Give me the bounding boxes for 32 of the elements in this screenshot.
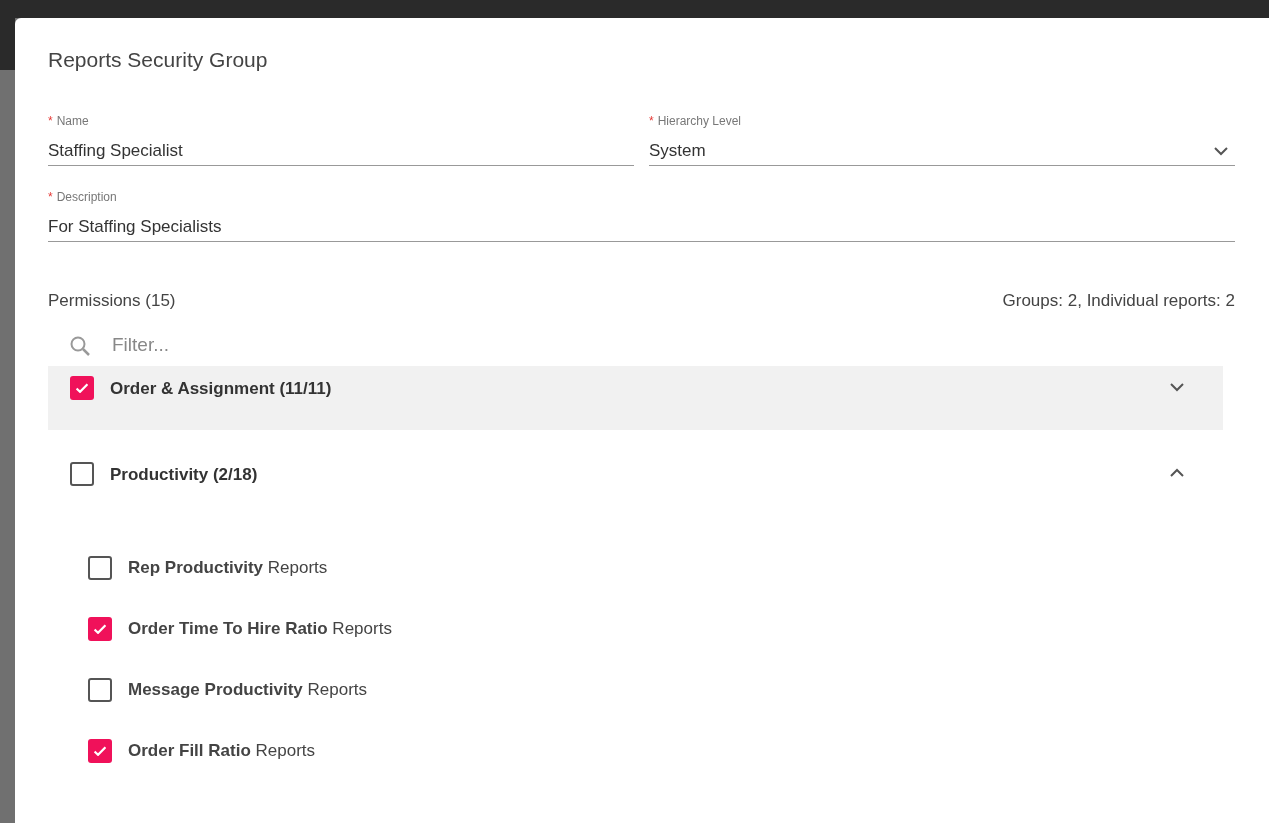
field-label: Name: [56, 113, 89, 130]
group-label: Order & Assignment (11/11): [110, 377, 333, 400]
checkbox[interactable]: [88, 555, 112, 580]
field-label: Hierarchy Level: [657, 113, 742, 130]
report-label: Message Productivity Reports: [128, 678, 368, 701]
checkbox[interactable]: [88, 738, 112, 763]
checkmark-icon: [76, 382, 88, 393]
permissions-label: Permissions (15): [48, 290, 176, 312]
chevron-up-icon[interactable]: [1169, 467, 1185, 478]
input-field[interactable]: For Staffing Specialists: [48, 206, 1235, 242]
checkbox[interactable]: [70, 461, 94, 486]
permission-group-row[interactable]: Order & Assignment (11/11): [48, 365, 1223, 430]
required-marker: *: [48, 113, 53, 130]
filter-input[interactable]: Filter...: [112, 331, 1235, 360]
select-field[interactable]: System: [649, 130, 1235, 166]
checkmark-icon: [94, 745, 106, 756]
input-field[interactable]: Staffing Specialist: [48, 130, 634, 166]
checkbox[interactable]: [70, 375, 94, 400]
group-label: Productivity (2/18): [110, 463, 259, 486]
chevron-down-icon[interactable]: [1169, 381, 1185, 392]
report-label: Rep Productivity Reports: [128, 556, 328, 579]
report-label: Order Fill Ratio Reports: [128, 739, 316, 762]
field-label: Description: [56, 189, 117, 206]
dialog-title: Reports Security Group: [48, 47, 269, 72]
required-marker: *: [48, 189, 53, 206]
checkbox[interactable]: [88, 616, 112, 641]
selection-summary: Groups: 2, Individual reports: 2: [1002, 290, 1235, 312]
required-marker: *: [649, 113, 654, 130]
checkmark-icon: [94, 623, 106, 634]
chevron-down-icon[interactable]: [1213, 145, 1229, 156]
report-label: Order Time To Hire Ratio Reports: [128, 617, 392, 640]
checkbox[interactable]: [88, 677, 112, 702]
